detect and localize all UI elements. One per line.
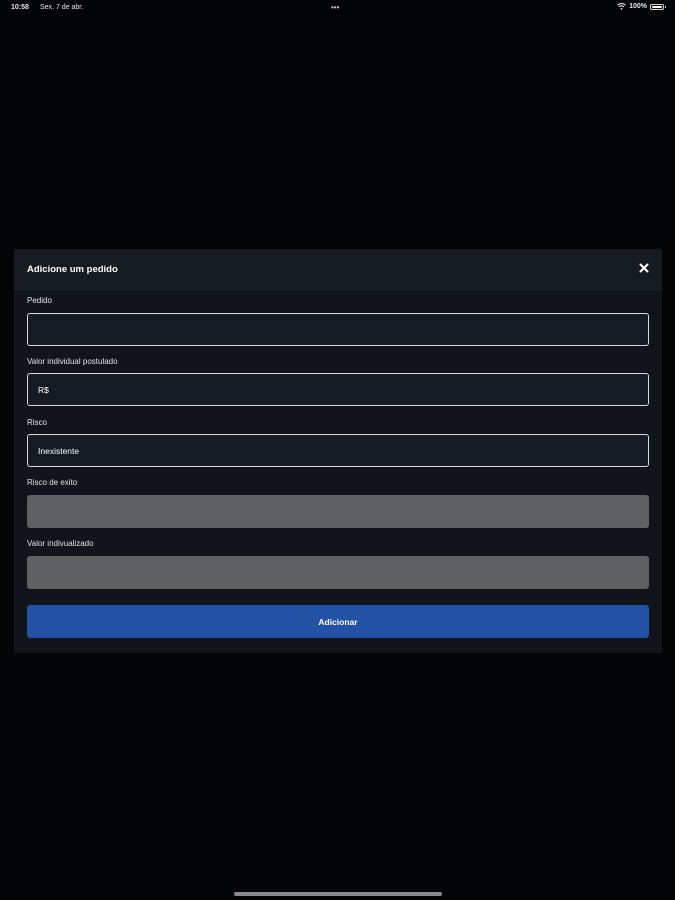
valor-postulado-label: Valor individual postulado: [27, 357, 118, 366]
modal-header: Adicione um pedido: [14, 249, 662, 290]
status-bar: 10:58 Sex. 7 de abr. ••• 100%: [0, 0, 675, 16]
valor-indivualizado-field: [27, 556, 649, 589]
risco-label: Risco: [27, 418, 48, 427]
valor-indivualizado-label: Valor indivualizado: [27, 539, 94, 548]
wifi-icon: [617, 3, 626, 10]
risco-exito-label: Risco de exito: [27, 478, 78, 487]
status-time: 10:58: [11, 4, 29, 11]
pedido-label: Pedido: [27, 296, 52, 305]
modal-title: Adicione um pedido: [27, 264, 118, 275]
home-indicator[interactable]: [234, 892, 442, 896]
close-button[interactable]: [638, 262, 650, 274]
status-date: Sex. 7 de abr.: [40, 4, 84, 11]
battery-percentage: 100%: [629, 3, 647, 10]
valor-postulado-input[interactable]: [27, 373, 649, 406]
pedido-input[interactable]: [27, 313, 649, 346]
risco-select[interactable]: [27, 434, 649, 467]
battery-level: [652, 5, 662, 8]
status-indicators: 100%: [617, 3, 666, 10]
add-button[interactable]: Adicionar: [27, 605, 649, 638]
risco-exito-field: [27, 495, 649, 528]
screen: 10:58 Sex. 7 de abr. ••• 100% Adicione u…: [0, 0, 675, 900]
add-request-modal: Adicione um pedido Pedido Valor individu…: [14, 249, 662, 653]
close-icon: [639, 263, 649, 273]
battery-icon: [650, 3, 666, 10]
multitasking-dots[interactable]: •••: [331, 3, 339, 12]
